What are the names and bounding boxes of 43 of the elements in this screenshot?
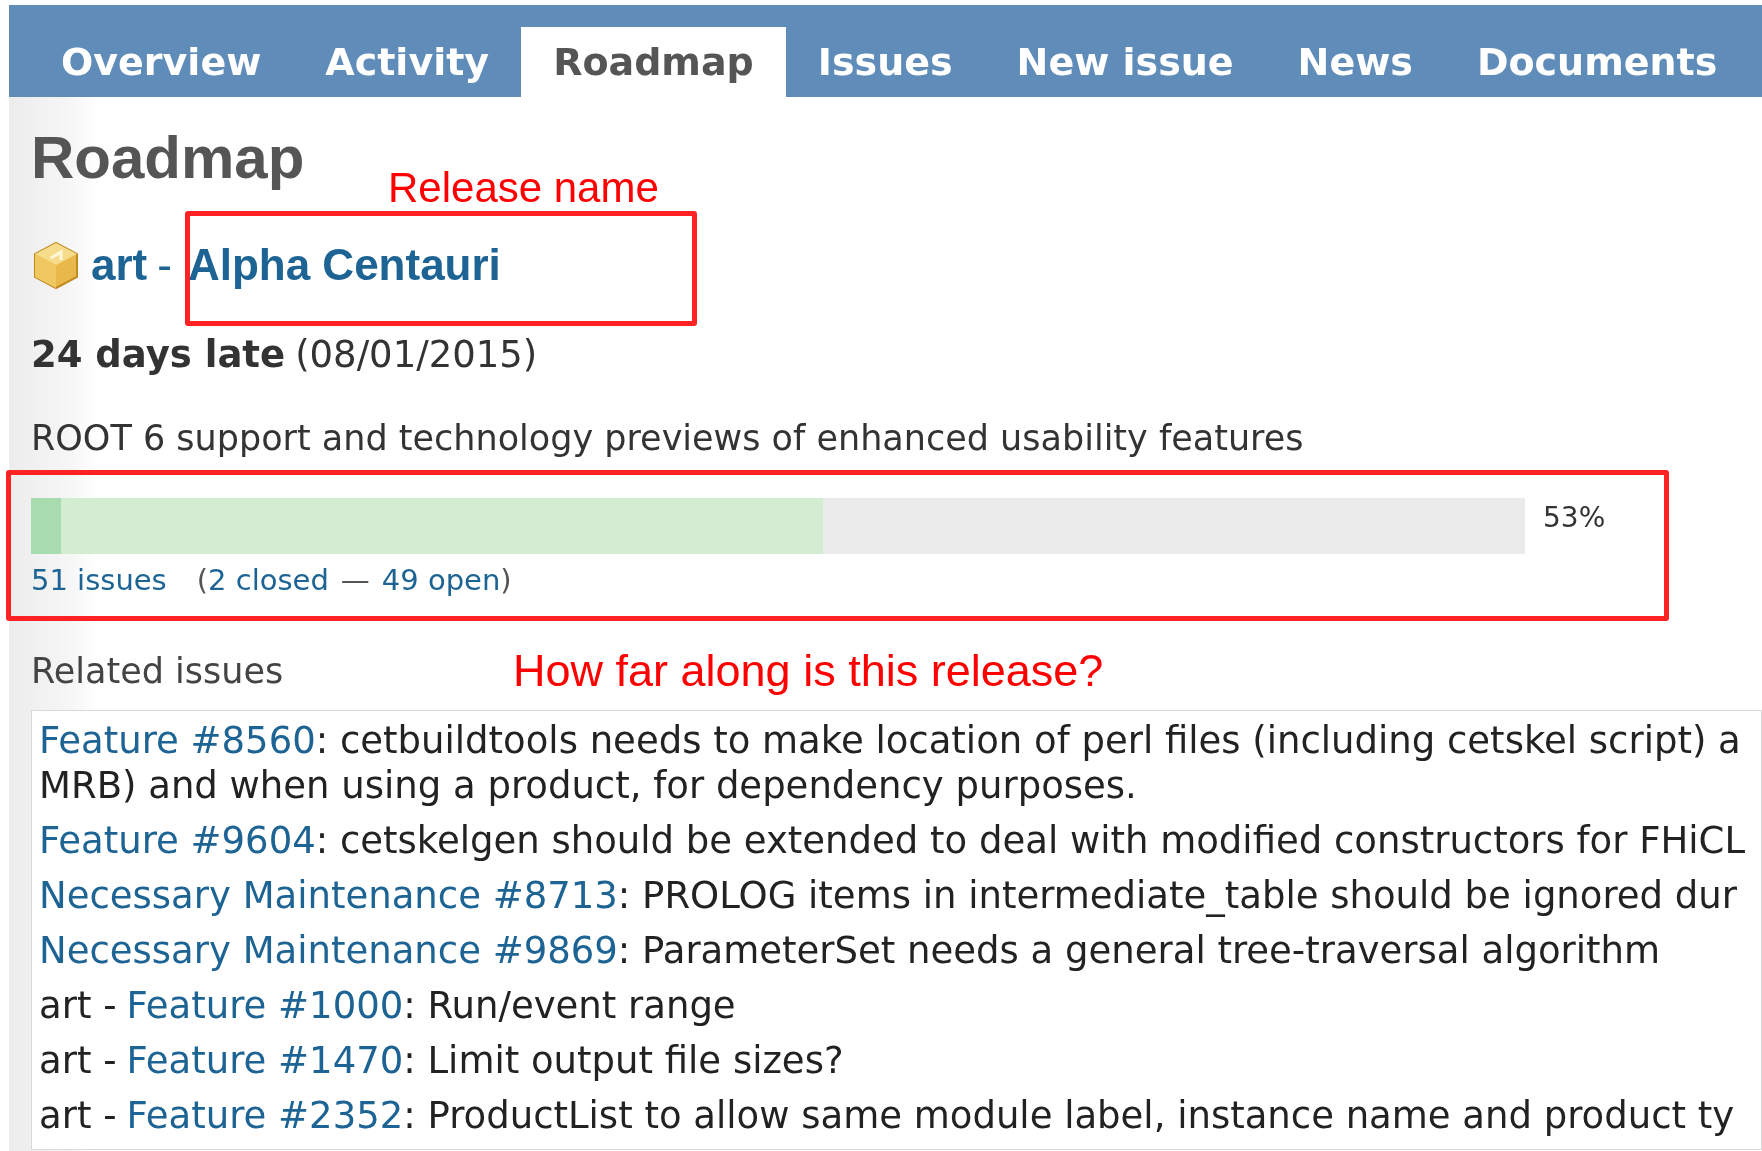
issue-subject: : Limit output file sizes? xyxy=(403,1038,844,1083)
punctuation-text: ) xyxy=(500,562,512,598)
issue-count-link[interactable]: 2 closed xyxy=(208,562,329,598)
project-text: art - xyxy=(39,1093,117,1138)
issue-link[interactable]: Feature #1000 xyxy=(126,983,404,1028)
annotation-label: Release name xyxy=(388,163,659,213)
project-link[interactable]: art xyxy=(91,232,148,298)
late-status: 24 days late xyxy=(31,333,286,377)
punctuation-text: — xyxy=(340,562,370,598)
project-text: art - xyxy=(39,1038,117,1083)
issue-link[interactable]: Feature #1470 xyxy=(126,1038,404,1083)
issue-link[interactable]: Necessary Maintenance #8713 xyxy=(39,873,618,918)
percent-text: 53% xyxy=(1543,500,1606,536)
nav-tab[interactable]: News xyxy=(1265,27,1445,97)
issue-link[interactable]: Necessary Maintenance #9869 xyxy=(39,928,618,973)
nav-tab[interactable]: Overview xyxy=(29,27,294,97)
issue-link[interactable]: Feature #2352 xyxy=(126,1093,404,1138)
issue-link[interactable]: Feature #9604 xyxy=(39,818,316,863)
issue-subject: : Run/event range xyxy=(403,983,736,1028)
project-text: art - xyxy=(39,983,117,1028)
version-link[interactable]: Alpha Centauri xyxy=(187,232,501,298)
issue-subject: : ProductList to allow same module label, instance name and product ty xyxy=(403,1093,1735,1138)
issue-link[interactable]: Feature #8560 xyxy=(39,718,316,763)
nav-tab[interactable]: Documents xyxy=(1444,27,1750,97)
page-heading: Roadmap xyxy=(31,123,305,193)
nav-tab[interactable]: Activity xyxy=(293,27,522,97)
issue-count-link[interactable]: 51 issues xyxy=(31,562,167,598)
issue-subject: MRB) and when using a product, for dependency purposes. xyxy=(39,763,1137,808)
nav-tab[interactable]: New issue xyxy=(984,27,1266,97)
issue-subject: : PROLOG items in intermediate_table should be ignored dur xyxy=(617,873,1738,918)
nav-tab[interactable]: Issues xyxy=(785,27,985,97)
section-heading: Related issues xyxy=(31,650,284,693)
punctuation-text: ( xyxy=(196,562,209,598)
package-icon xyxy=(31,240,81,290)
issue-subject: : ParameterSet needs a general tree-traversal algorithm xyxy=(617,928,1661,973)
nav-tab[interactable]: Roadmap xyxy=(521,27,786,97)
separator-text: - xyxy=(157,239,172,291)
due-date: (08/01/2015) xyxy=(295,333,538,377)
issue-subject: : cetskelgen should be extended to deal with modified constructors for FHiCL xyxy=(315,818,1746,863)
issue-subject: : cetbuildtools needs to make location of perl files (including cetskel script) a xyxy=(315,718,1741,763)
annotation-label: How far along is this release? xyxy=(513,644,1104,698)
version-description: ROOT 6 support and technology previews of enhanced usability features xyxy=(31,417,1305,460)
issue-count-link[interactable]: 49 open xyxy=(381,562,501,598)
